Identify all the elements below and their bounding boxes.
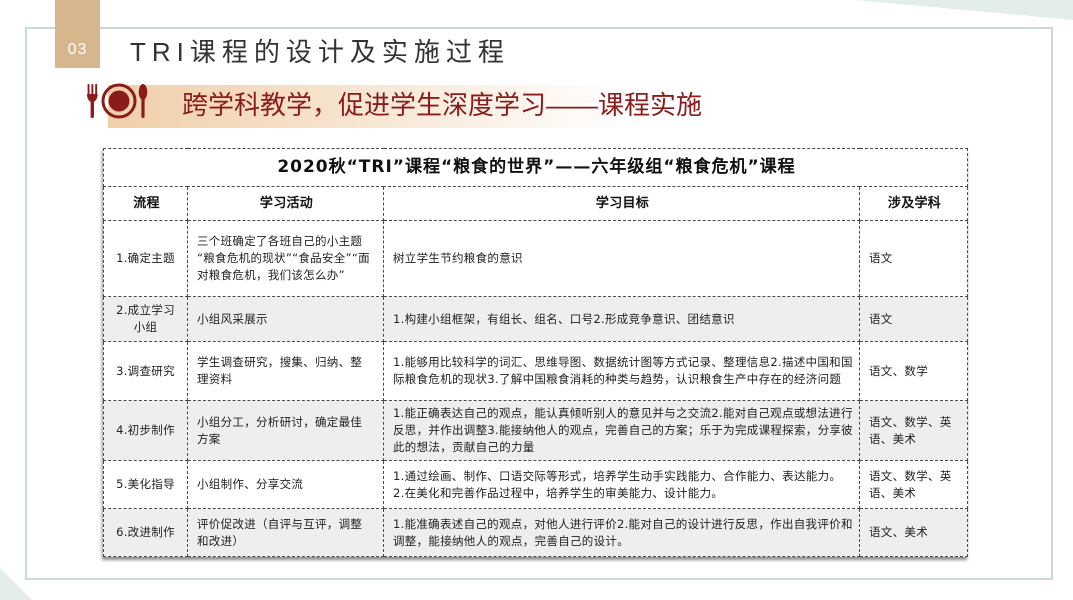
fork-icon [87,84,98,118]
subjects-cell: 语文、数学 [859,341,968,401]
table-row: 2.成立学习小组 小组风采展示 1.构建小组框架，有组长、组名、口号2.形成竞争… [103,296,968,342]
slide-number: 03 [67,41,88,58]
table-row: 5.美化指导 小组制作、分享交流 1.通过绘画、制作、口语交际等形式，培养学生动… [103,460,968,509]
header-activity: 学习活动 [187,186,384,221]
table-row: 1.确定主题 三个班确定了各班自己的小主题“粮食危机的现状”“食品安全”“面对粮… [103,220,968,297]
subjects-cell: 语文 [859,296,968,342]
activity-cell: 小组风采展示 [187,296,384,342]
goal-cell: 树立学生节约粮食的意识 [383,220,860,297]
subjects-cell: 语文 [859,220,968,297]
goal-cell: 1.能正确表达自己的观点，能认真倾听别人的意见并与之交流2.能对自己观点或想法进… [383,400,860,461]
slide-subtitle: 跨学科教学，促进学生深度学习——课程实施 [182,90,703,120]
activity-cell: 评价促改进（自评与互评，调整和改进） [187,508,384,557]
subjects-cell: 语文、美术 [859,508,968,557]
subjects-cell: 语文、数学、英语、美术 [859,460,968,509]
table-row: 6.改进制作 评价促改进（自评与互评，调整和改进） 1.能准确表述自己的观点，对… [103,508,968,557]
spoon-icon [138,84,148,118]
step-cell: 1.确定主题 [103,220,188,297]
header-step: 流程 [103,186,188,221]
step-cell: 5.美化指导 [103,460,188,509]
table-title: 2020秋“TRI”课程“粮食的世界”——六年级组“粮食危机”课程 [103,148,968,187]
table-body: 2020秋“TRI”课程“粮食的世界”——六年级组“粮食危机”课程 流程 学习活… [103,148,968,557]
slide-title: TRI课程的设计及实施过程 [130,37,510,67]
step-cell: 2.成立学习小组 [103,296,188,342]
fork-plate-spoon-icon [87,83,148,119]
goal-cell: 1.通过绘画、制作、口语交际等形式，培养学生动手实践能力、合作能力、表达能力。 … [383,460,860,509]
table-row: 4.初步制作 小组分工，分析研讨，确定最佳方案 1.能正确表达自己的观点，能认真… [103,400,968,461]
table-header-row: 流程 学习活动 学习目标 涉及学科 [103,186,968,221]
goal-cell: 1.能够用比较科学的词汇、思维导图、数据统计图等方式记录、整理信息2.描述中国和… [383,341,860,401]
activity-cell: 小组制作、分享交流 [187,460,384,509]
header-goal: 学习目标 [383,186,860,221]
header-subjects: 涉及学科 [859,186,968,221]
activity-cell: 三个班确定了各班自己的小主题“粮食危机的现状”“食品安全”“面对粮食危机，我们该… [187,220,384,297]
table-title-row: 2020秋“TRI”课程“粮食的世界”——六年级组“粮食危机”课程 [103,148,968,187]
step-cell: 4.初步制作 [103,400,188,461]
table-row: 3.调查研究 学生调查研究，搜集、归纳、整理资料 1.能够用比较科学的词汇、思维… [103,341,968,401]
corner-fold-top-right [855,0,1073,20]
activity-cell: 学生调查研究，搜集、归纳、整理资料 [187,341,384,401]
slide-number-box: 03 [55,0,100,68]
goal-cell: 1.构建小组框架，有组长、组名、口号2.形成竞争意识、团结意识 [383,296,860,342]
course-table: 2020秋“TRI”课程“粮食的世界”——六年级组“粮食危机”课程 流程 学习活… [103,148,968,557]
activity-cell: 小组分工，分析研讨，确定最佳方案 [187,400,384,461]
plate-icon [101,83,137,119]
step-cell: 6.改进制作 [103,508,188,557]
goal-cell: 1.能准确表述自己的观点，对他人进行评价2.能对自己的设计进行反思，作出自我评价… [383,508,860,557]
subjects-cell: 语文、数学、英语、美术 [859,400,968,461]
step-cell: 3.调查研究 [103,341,188,401]
